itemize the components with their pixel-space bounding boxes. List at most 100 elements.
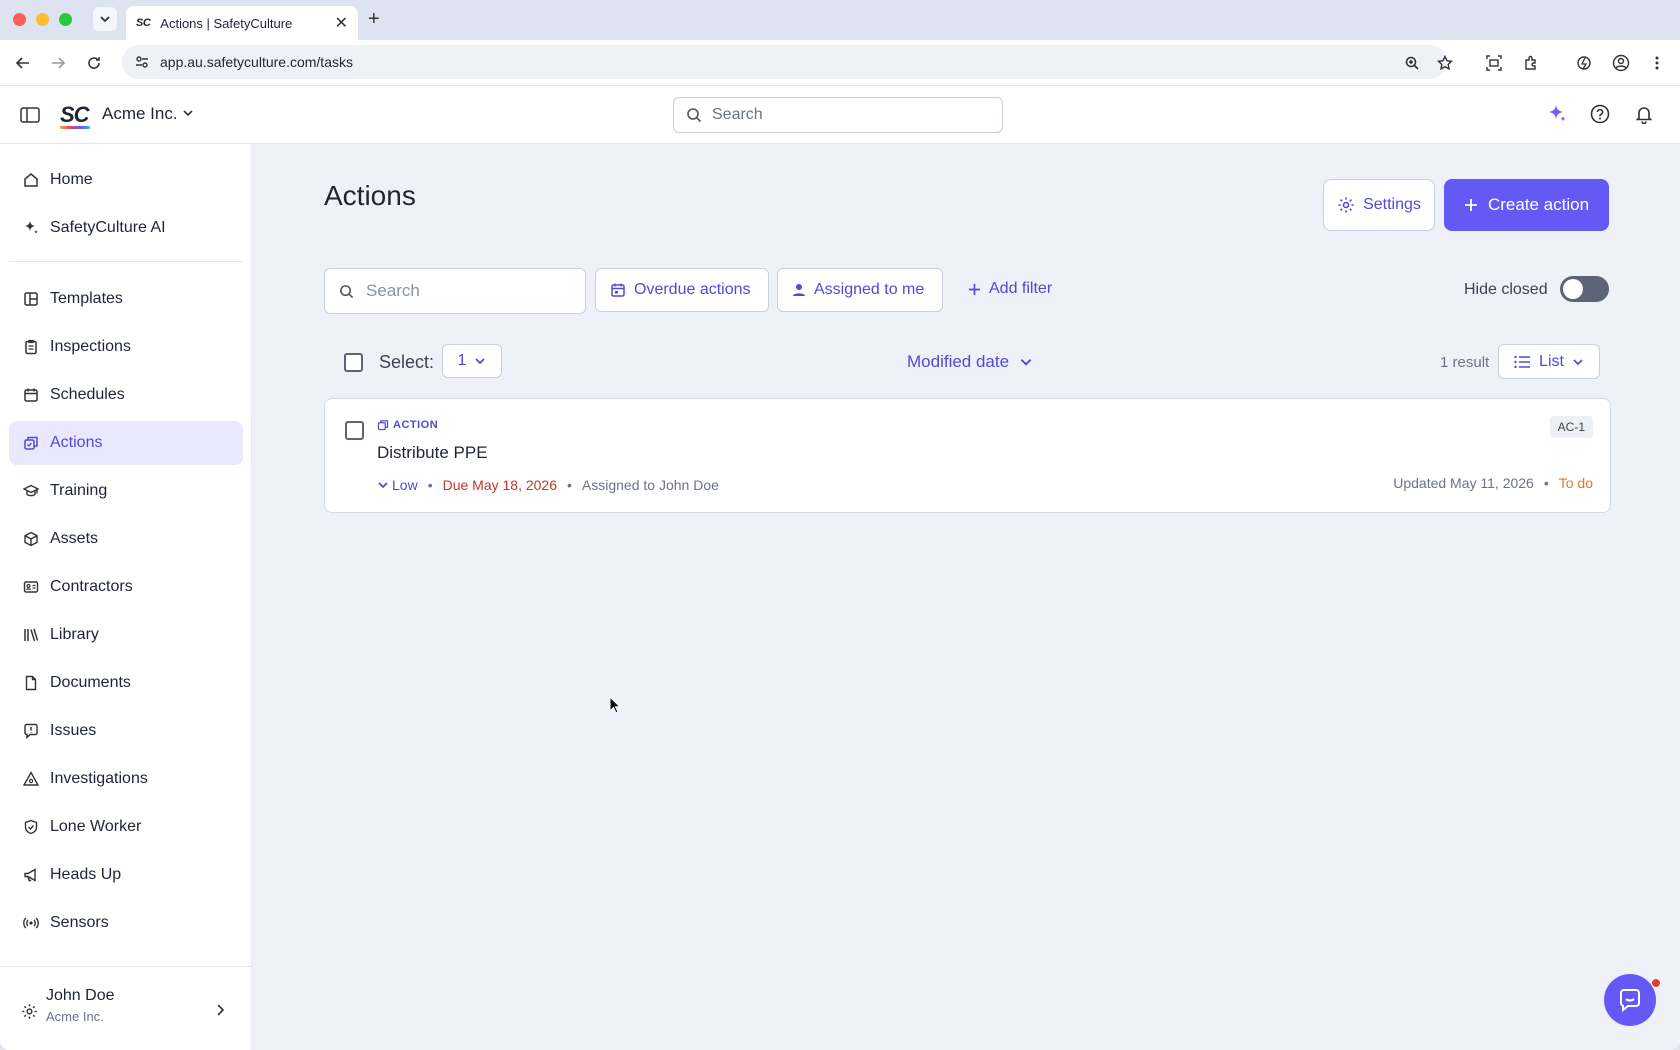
user-name: John Doe (46, 987, 115, 1004)
sidebar-toggle-button[interactable] (19, 104, 41, 126)
sidebar-item-label: Training (50, 482, 108, 499)
action-type-label: ACTION (393, 419, 439, 431)
sidebar-item-actions[interactable]: Actions (9, 421, 243, 465)
select-count-dropdown[interactable]: 1 (442, 344, 502, 378)
global-search-input[interactable]: Search (673, 97, 1003, 133)
sparkle-icon (1549, 105, 1566, 122)
calendar-icon (611, 283, 625, 297)
tab-title: Actions | SafetyCulture (160, 15, 293, 31)
settings-label: Settings (1363, 196, 1421, 213)
ai-assistant-button[interactable] (1544, 102, 1568, 126)
close-window-button[interactable] (13, 13, 26, 26)
select-count-value: 1 (457, 352, 467, 369)
person-icon (793, 284, 805, 296)
sidebar-divider (9, 261, 243, 262)
star-icon (1437, 55, 1453, 71)
sidebar-item-safetyculture-ai[interactable]: SafetyCulture AI (9, 206, 243, 250)
org-switcher-label[interactable]: Acme Inc. (102, 104, 178, 124)
sidebar-item-library[interactable]: Library (9, 613, 243, 657)
back-button[interactable] (12, 52, 34, 74)
action-id-badge: AC-1 (1549, 416, 1593, 438)
separator-dot: • (567, 477, 572, 493)
bookmark-button[interactable] (1434, 52, 1456, 74)
result-count: 1 result (1440, 354, 1490, 371)
clipboard-icon (22, 338, 40, 356)
safetyculture-logo[interactable]: SC (60, 102, 90, 128)
search-icon (340, 284, 354, 298)
view-mode-label: List (1539, 352, 1564, 370)
close-tab-icon[interactable]: ✕ (335, 13, 348, 33)
overdue-actions-filter[interactable]: Overdue actions (595, 268, 769, 312)
user-org: Acme Inc. (46, 1009, 104, 1024)
kebab-menu-icon (1655, 56, 1659, 70)
sidebar-item-schedules[interactable]: Schedules (9, 373, 243, 417)
new-tab-button[interactable]: + (368, 8, 380, 31)
chevron-down-icon[interactable] (181, 106, 195, 125)
add-filter-label: Add filter (989, 280, 1053, 297)
sidebar-item-label: Inspections (50, 338, 131, 355)
screenshot-button[interactable] (1483, 52, 1505, 74)
settings-button[interactable]: Settings (1323, 179, 1435, 231)
actions-search-input[interactable]: Search (324, 268, 586, 314)
performance-button[interactable] (1573, 52, 1595, 74)
sparkle-icon (22, 219, 40, 237)
home-icon (22, 171, 40, 189)
alert-bubble-icon (22, 722, 40, 740)
action-meta: Low • Due May 18, 2026 • Assigned to Joh… (377, 477, 719, 493)
maximize-window-button[interactable] (59, 13, 72, 26)
books-icon (22, 626, 40, 644)
minimize-window-button[interactable] (36, 13, 49, 26)
view-mode-dropdown[interactable]: List (1498, 344, 1600, 379)
sidebar-item-sensors[interactable]: Sensors (9, 901, 243, 945)
sidebar: Home SafetyCulture AI Templates Inspecti… (0, 144, 252, 1050)
address-bar[interactable]: app.au.safetyculture.com/tasks (122, 45, 1447, 79)
extensions-button[interactable] (1520, 52, 1542, 74)
action-checkbox[interactable] (345, 421, 364, 440)
chat-support-button[interactable] (1604, 974, 1656, 1026)
create-action-button[interactable]: Create action (1444, 179, 1609, 231)
sidebar-item-training[interactable]: Training (9, 469, 243, 513)
browser-tab[interactable]: SC Actions | SafetyCulture ✕ (126, 6, 358, 40)
assignee: Assigned to John Doe (581, 477, 719, 493)
sidebar-item-investigations[interactable]: Investigations (9, 757, 243, 801)
select-all-checkbox[interactable] (344, 353, 363, 372)
sidebar-item-templates[interactable]: Templates (9, 277, 243, 321)
reload-button[interactable] (83, 52, 105, 74)
app-header: SC Acme Inc. Search (0, 86, 1680, 144)
sidebar-item-assets[interactable]: Assets (9, 517, 243, 561)
action-card[interactable]: ACTION Distribute PPE Low • Due May 18, … (324, 398, 1611, 513)
help-button[interactable] (1588, 102, 1612, 126)
sidebar-item-inspections[interactable]: Inspections (9, 325, 243, 369)
notifications-button[interactable] (1632, 102, 1656, 126)
sidebar-item-documents[interactable]: Documents (9, 661, 243, 705)
bell-icon (1635, 107, 1653, 124)
browser-menu-button[interactable] (1646, 52, 1668, 74)
browser-window: SC Actions | SafetyCulture ✕ + app.au.sa… (0, 0, 1680, 1050)
action-title[interactable]: Distribute PPE (377, 443, 488, 463)
profile-button[interactable] (1610, 52, 1632, 74)
site-settings-icon[interactable] (134, 54, 150, 70)
sidebar-item-issues[interactable]: Issues (9, 709, 243, 753)
user-menu[interactable]: John Doe Acme Inc. (0, 966, 252, 1050)
template-icon (22, 290, 40, 308)
tab-search-button[interactable] (93, 7, 117, 31)
actions-icon (22, 434, 40, 452)
broadcast-icon (22, 914, 40, 932)
logo-accent-bar (60, 126, 90, 129)
sidebar-item-contractors[interactable]: Contractors (9, 565, 243, 609)
puzzle-icon (1525, 55, 1536, 70)
sort-dropdown[interactable]: Modified date (907, 352, 1033, 372)
add-filter-button[interactable]: Add filter (968, 280, 1052, 298)
screen-capture-icon (1486, 55, 1502, 71)
forward-button[interactable] (47, 52, 69, 74)
hide-closed-toggle[interactable] (1560, 276, 1609, 302)
sidebar-item-lone-worker[interactable]: Lone Worker (9, 805, 243, 849)
action-status-meta: Updated May 11, 2026 • To do (1393, 475, 1593, 491)
sidebar-item-label: Investigations (50, 770, 148, 787)
zoom-button[interactable] (1401, 52, 1423, 74)
assigned-to-me-filter[interactable]: Assigned to me (777, 268, 943, 312)
sidebar-item-home[interactable]: Home (9, 158, 243, 202)
sidebar-item-heads-up[interactable]: Heads Up (9, 853, 243, 897)
chevron-down-icon (475, 358, 486, 365)
sidebar-item-label: Library (50, 626, 99, 643)
